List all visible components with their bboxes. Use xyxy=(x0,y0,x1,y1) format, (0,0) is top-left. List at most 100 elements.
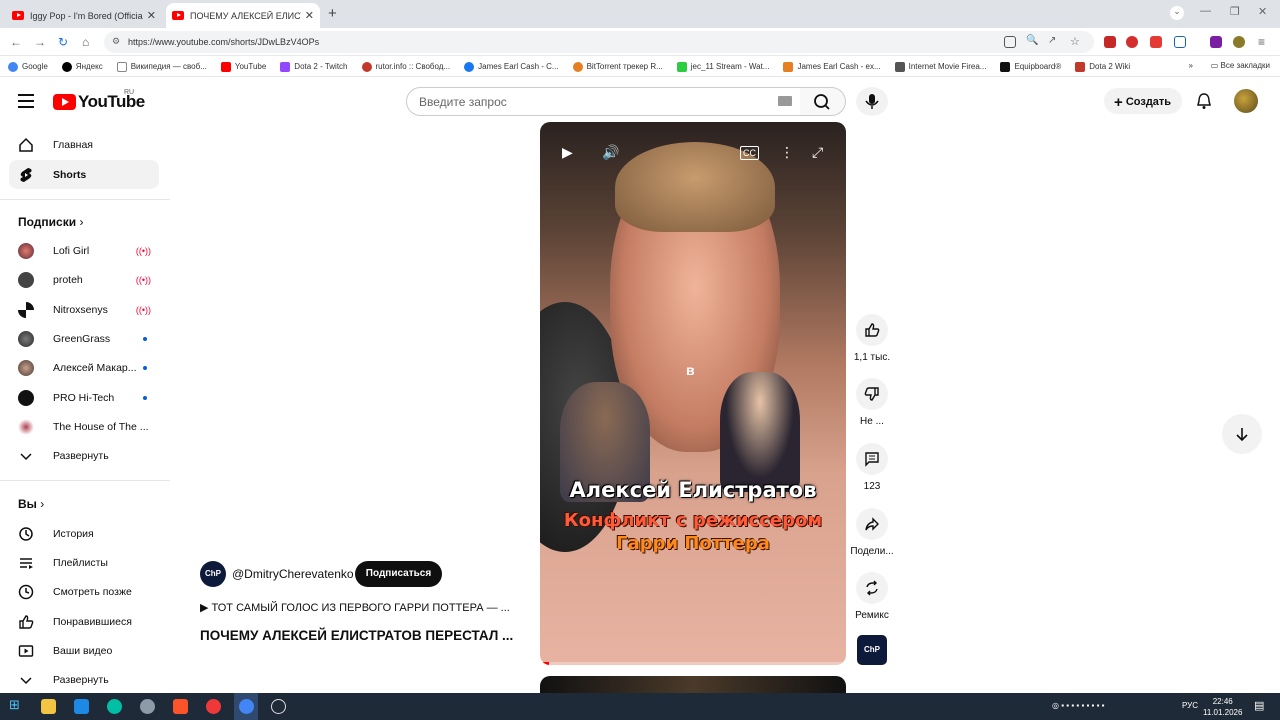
keyboard-icon[interactable] xyxy=(778,96,792,106)
bookmark-yandex[interactable]: Яндекс xyxy=(61,61,103,72)
extensions-puzzle-icon[interactable] xyxy=(1174,36,1186,48)
sound-source-avatar[interactable]: ChP xyxy=(857,635,887,665)
mail-icon[interactable] xyxy=(74,699,89,714)
video-title[interactable]: ПОЧЕМУ АЛЕКСЕЙ ЕЛИСТРАТОВ ПЕРЕСТАЛ ... xyxy=(200,628,513,643)
bookmark-equipboard[interactable]: Equipboard® xyxy=(1000,61,1061,72)
create-button[interactable]: + Создать xyxy=(1104,88,1182,114)
sidebar-channel-greengrass[interactable]: GreenGrass xyxy=(9,324,159,353)
back-icon[interactable]: ← xyxy=(10,35,22,49)
profile-avatar-icon[interactable] xyxy=(1233,36,1245,48)
bookmark-jec[interactable]: James Earl Cash - ex... xyxy=(783,61,881,72)
bookmark-kick[interactable]: jec_11 Stream - Wat... xyxy=(676,61,769,72)
app-icon[interactable] xyxy=(140,699,155,714)
shorts-video-player[interactable]: в Алексей Елистратов Конфликт с режиссер… xyxy=(540,122,846,665)
account-avatar[interactable] xyxy=(1234,89,1258,113)
sidebar-item-liked[interactable]: Понравившиеся xyxy=(9,607,159,636)
notifications-icon[interactable]: ▤ xyxy=(1254,699,1264,712)
sidebar-channel-lofi-girl[interactable]: Lofi Girl ((•)) xyxy=(9,236,159,265)
browser-tab-iggy-pop[interactable]: Iggy Pop - I'm Bored (Official V ✕ xyxy=(6,3,162,28)
hamburger-menu-icon[interactable] xyxy=(18,94,34,108)
sidebar-expand-you[interactable]: Развернуть xyxy=(9,665,159,694)
site-info-icon[interactable]: ⚙ xyxy=(112,36,120,47)
remix-button[interactable]: Ремикс xyxy=(848,572,896,621)
bookmark-wikipedia[interactable]: Википедия — своб... xyxy=(116,61,207,72)
next-short-button[interactable] xyxy=(1222,414,1262,454)
restore-icon[interactable]: ❐ xyxy=(1230,5,1240,18)
bookmark-facebook[interactable]: James Earl Cash - C... xyxy=(464,61,559,72)
tab-close-icon[interactable]: ✕ xyxy=(305,9,314,22)
voice-search-button[interactable] xyxy=(856,87,888,116)
sidebar-item-history[interactable]: История xyxy=(9,519,159,548)
extension-icon[interactable] xyxy=(1126,36,1138,48)
brave-icon[interactable] xyxy=(173,699,188,714)
media-control-icon[interactable] xyxy=(1210,36,1222,48)
forward-icon[interactable]: → xyxy=(34,35,46,49)
zoom-icon[interactable]: 🔍 xyxy=(1026,35,1038,46)
home-icon[interactable]: ⌂ xyxy=(82,35,89,49)
sidebar-expand-subscriptions[interactable]: Развернуть xyxy=(9,441,159,470)
tray-icons[interactable]: ◎ ▪ ▪ ▪ ▪ ▪ ▪ ▪ ▪ ▪ xyxy=(1052,701,1105,710)
sidebar-item-watch-later[interactable]: Смотреть позже xyxy=(9,577,159,606)
bookmark-youtube[interactable]: YouTube xyxy=(220,61,266,72)
comments-button[interactable]: 123 xyxy=(848,443,896,492)
video-progress-bar[interactable] xyxy=(540,662,846,665)
volume-icon[interactable]: 🔊 xyxy=(602,144,619,161)
extension-icon[interactable] xyxy=(1104,36,1116,48)
url-field[interactable]: https://www.youtube.com/shorts/JDwLBzV4O… xyxy=(104,31,1094,53)
minimize-icon[interactable]: — xyxy=(1200,5,1211,17)
extension-icon[interactable] xyxy=(1150,36,1162,48)
like-button[interactable]: 1,1 тыс. xyxy=(848,314,896,363)
tab-close-icon[interactable]: ✕ xyxy=(147,9,156,22)
share-button[interactable]: Подели... xyxy=(848,508,896,557)
sidebar-item-your-videos[interactable]: Ваши видео xyxy=(9,636,159,665)
sidebar-item-playlists[interactable]: Плейлисты xyxy=(9,548,159,577)
you-heading[interactable]: Вы › xyxy=(18,497,44,511)
channel-avatar[interactable]: ChP xyxy=(200,561,226,587)
sidebar-channel-aleksey[interactable]: Алексей Макар... xyxy=(9,353,159,382)
sidebar-channel-proteh[interactable]: proteh ((•)) xyxy=(9,265,159,294)
subscriptions-heading[interactable]: Подписки › xyxy=(18,215,83,229)
bookmark-imfdb[interactable]: Internet Movie Firea... xyxy=(894,61,986,72)
chrome-icon[interactable] xyxy=(239,699,254,714)
vivaldi-icon[interactable] xyxy=(206,699,221,714)
tiktok-app-icon[interactable] xyxy=(107,699,122,714)
sidebar-channel-pro-hi-tech[interactable]: PRO Hi-Tech xyxy=(9,383,159,412)
sidebar-item-home[interactable]: Главная xyxy=(9,130,159,159)
subscribe-button[interactable]: Подписаться xyxy=(355,561,442,587)
close-window-icon[interactable]: ✕ xyxy=(1258,5,1267,18)
reload-icon[interactable]: ↻ xyxy=(58,35,68,49)
bookmark-torrent[interactable]: BitTorrent трекер R... xyxy=(572,61,663,72)
browser-menu-icon[interactable]: ≡ xyxy=(1258,35,1265,49)
shorts-icon xyxy=(18,167,34,183)
system-clock[interactable]: 22:46 11.01.2026 xyxy=(1203,696,1242,718)
dislike-button[interactable]: Не ... xyxy=(848,378,896,427)
search-button[interactable] xyxy=(800,87,846,116)
install-app-icon[interactable] xyxy=(1004,36,1016,48)
sidebar-channel-house[interactable]: The House of The ... xyxy=(9,412,159,441)
tab-search-icon[interactable]: ⌄ xyxy=(1170,6,1184,20)
language-indicator[interactable]: РУС xyxy=(1182,701,1198,710)
steam-icon[interactable] xyxy=(271,699,286,714)
youtube-logo[interactable]: YouTube RU xyxy=(53,89,145,112)
play-icon[interactable]: ▶ xyxy=(562,144,573,161)
bookmark-star-icon[interactable]: ☆ xyxy=(1070,35,1080,48)
browser-tab-active[interactable]: ПОЧЕМУ АЛЕКСЕЙ ЕЛИСТРАТ ✕ xyxy=(166,3,320,28)
windows-start-icon[interactable]: ⊞ xyxy=(9,697,24,712)
sidebar-channel-nitroxsenys[interactable]: Nitroxsenys ((•)) xyxy=(9,295,159,324)
all-bookmarks[interactable]: » ▭ Все закладки xyxy=(1189,61,1271,70)
bookmark-google[interactable]: Google xyxy=(8,61,48,72)
new-tab-icon[interactable]: + xyxy=(328,5,337,22)
bookmark-rutor[interactable]: rutor.info :: Свобод... xyxy=(361,61,450,72)
channel-handle[interactable]: @DmitryCherevatenko xyxy=(232,567,354,581)
fullscreen-icon[interactable]: ⤢ xyxy=(812,144,823,161)
file-explorer-icon[interactable] xyxy=(41,699,56,714)
share-page-icon[interactable]: ↗ xyxy=(1048,35,1056,46)
more-options-icon[interactable]: ⋮ xyxy=(780,144,794,161)
search-input[interactable]: Введите запрос xyxy=(406,87,801,116)
bookmark-dota-wiki[interactable]: Dota 2 Wiki xyxy=(1075,61,1130,72)
captions-icon[interactable]: CC xyxy=(740,146,759,160)
video-description[interactable]: ▶ ТОТ САМЫЙ ГОЛОС ИЗ ПЕРВОГО ГАРРИ ПОТТЕ… xyxy=(200,601,510,614)
bookmark-twitch[interactable]: Dota 2 - Twitch xyxy=(280,61,348,72)
sidebar-item-shorts[interactable]: Shorts xyxy=(9,160,159,189)
notifications-bell-icon[interactable] xyxy=(1196,92,1212,110)
